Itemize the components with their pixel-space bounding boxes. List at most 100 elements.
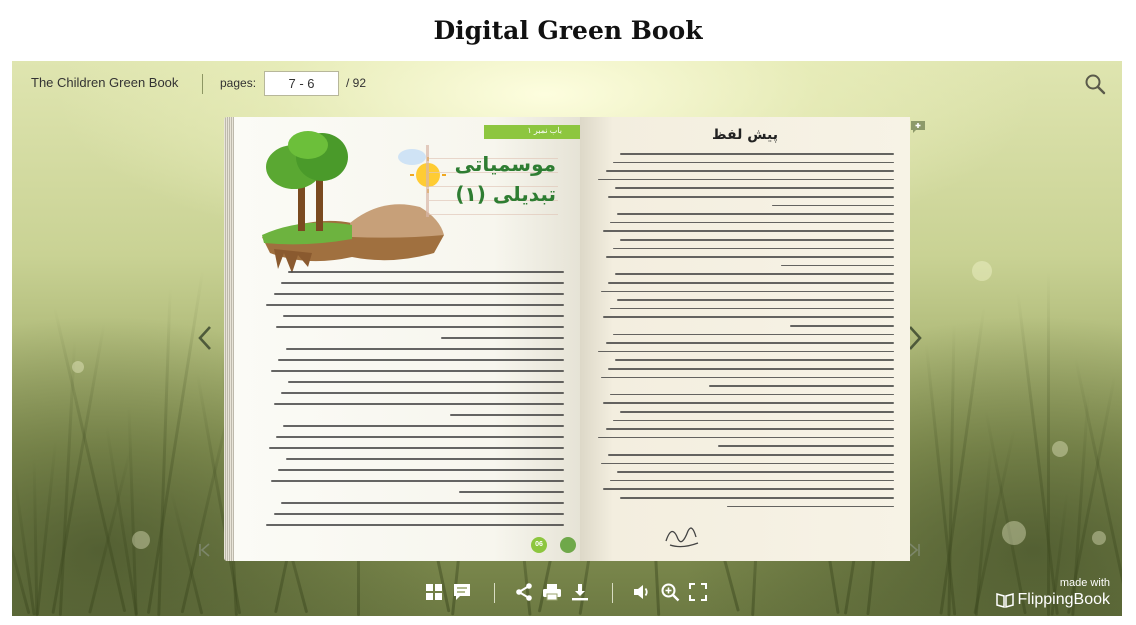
text-line: [288, 381, 564, 383]
fullscreen-icon[interactable]: [688, 582, 710, 604]
bokeh-light: [972, 261, 992, 281]
text-line: [605, 170, 894, 172]
text-line: [276, 436, 564, 438]
page-number-badge: 06: [531, 537, 547, 553]
text-line: [607, 368, 894, 370]
text-line: [273, 513, 564, 515]
signature: [665, 527, 699, 548]
bokeh-light: [72, 361, 84, 373]
pages-total: / 92: [346, 76, 367, 90]
text-line: [598, 436, 894, 439]
text-line: [278, 359, 564, 361]
text-line: [612, 161, 894, 164]
chapter-illustration: [262, 131, 446, 273]
text-line: [266, 304, 564, 306]
text-line: [727, 505, 894, 508]
text-line: [612, 247, 894, 250]
prev-page-button[interactable]: [194, 323, 216, 353]
text-line: [619, 411, 894, 413]
bokeh-light: [1002, 521, 1026, 545]
text-line: [617, 299, 894, 301]
text-line: [271, 480, 564, 482]
text-line: [709, 385, 894, 387]
text-line: [610, 307, 894, 310]
bokeh-light: [1052, 441, 1068, 457]
text-line: [603, 316, 894, 318]
text-line: [617, 213, 894, 215]
text-line: [278, 469, 564, 471]
text-line: [771, 204, 894, 207]
text-line: [283, 425, 564, 427]
text-line: [441, 337, 564, 339]
grass-blade: [58, 340, 77, 616]
text-line: [605, 342, 894, 344]
bookmark-add-icon[interactable]: [910, 120, 926, 134]
text-line: [617, 471, 894, 473]
page-number-input[interactable]: [264, 71, 339, 96]
text-line: [607, 196, 894, 198]
text-line: [603, 488, 894, 490]
text-line: [610, 221, 894, 224]
grass-blade: [146, 269, 205, 615]
text-line: [600, 290, 894, 293]
chapter-title: موسمیاتی تبدیلی (۱): [454, 152, 556, 206]
flipbook-viewer: The Children Green Book pages: / 92: [12, 61, 1122, 616]
text-line: [276, 326, 564, 328]
flippingbook-brand: FlippingBook: [1017, 591, 1111, 608]
text-line: [273, 403, 564, 405]
text-line: [619, 497, 894, 499]
text-line: [612, 333, 894, 336]
flippingbook-logo-icon: [995, 593, 1014, 608]
notes-icon[interactable]: [452, 582, 474, 604]
text-line: [283, 315, 564, 317]
text-line: [600, 462, 894, 465]
download-icon[interactable]: [570, 582, 592, 604]
text-line: [285, 458, 564, 460]
grass-blade: [1047, 271, 1050, 616]
bokeh-light: [1092, 531, 1106, 545]
text-line: [271, 370, 564, 372]
text-line: [605, 428, 894, 430]
chevron-left-icon: [198, 326, 211, 350]
page-title: Digital Green Book: [433, 16, 703, 45]
book-name: The Children Green Book: [31, 75, 179, 90]
text-line: [450, 414, 564, 416]
text-line: [789, 325, 894, 327]
search-icon[interactable]: [1084, 73, 1106, 95]
topbar-divider: [202, 74, 203, 94]
text-line: [273, 293, 564, 295]
toolbar-divider: [494, 583, 495, 603]
text-line: [612, 419, 894, 422]
text-line: [288, 271, 564, 273]
text-line: [610, 479, 894, 482]
pages-label: pages:: [220, 76, 257, 90]
thumbnails-icon[interactable]: [424, 582, 446, 604]
text-line: [619, 239, 894, 241]
text-line: [615, 273, 894, 275]
sound-icon[interactable]: [632, 582, 654, 604]
flippingbook-branding[interactable]: made with FlippingBook: [995, 577, 1111, 609]
text-line: [603, 230, 894, 232]
print-icon[interactable]: [542, 582, 564, 604]
text-line: [607, 282, 894, 284]
grass-blade: [157, 287, 172, 616]
text-line: [600, 376, 894, 379]
text-line: [280, 502, 564, 504]
first-page-button[interactable]: [196, 541, 214, 559]
viewer-topbar: The Children Green Book pages: / 92: [12, 61, 1122, 105]
text-line: [280, 282, 564, 284]
book-page-right[interactable]: پیش لفظ: [580, 117, 910, 561]
made-with-label: made with: [1059, 577, 1110, 589]
toolbar-divider: [612, 583, 613, 603]
text-line: [459, 491, 564, 493]
zoom-in-icon[interactable]: [660, 582, 682, 604]
share-icon[interactable]: [514, 582, 536, 604]
text-line: [605, 256, 894, 258]
text-line: [266, 524, 564, 526]
left-page-text: [264, 271, 564, 533]
text-line: [718, 445, 894, 447]
text-line: [615, 359, 894, 361]
bottom-toolbar: [12, 579, 1122, 609]
text-line: [610, 393, 894, 396]
book-page-left[interactable]: باب نمبر ۱ موسمیاتی تبدیلی (۱) 06: [234, 117, 580, 561]
